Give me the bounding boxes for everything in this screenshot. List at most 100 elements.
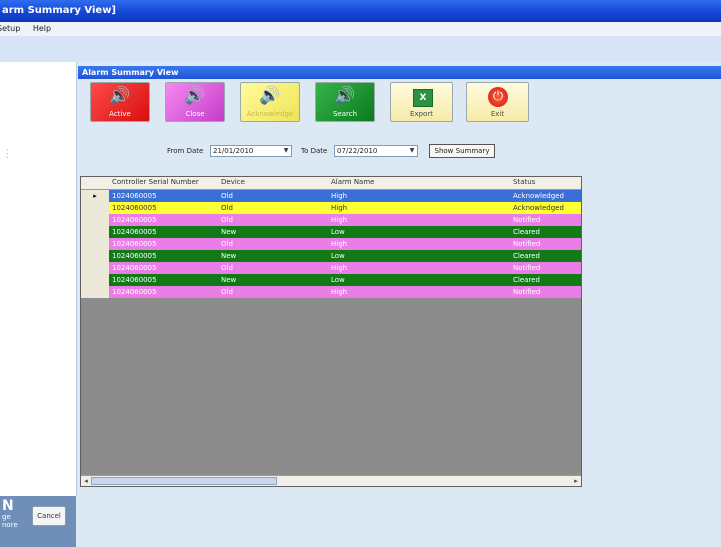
alarm-grid[interactable]: Controller Serial Number Device Alarm Na… — [80, 176, 582, 487]
table-row[interactable]: ▸ 1024060005 Old High Acknowledged — [81, 190, 581, 202]
status-cell: Cleared — [513, 228, 540, 236]
table-row[interactable]: 1024060005 Old High Notified — [81, 238, 581, 250]
status-cell: Notified — [513, 264, 541, 272]
column-header-status[interactable]: Status — [513, 178, 535, 186]
speaker-icon: 🔊 — [184, 86, 206, 106]
from-date-label: From Date — [167, 147, 204, 155]
speaker-icon: 🔊 — [334, 86, 356, 106]
table-row[interactable]: 1024060005 New Low Cleared — [81, 250, 581, 262]
alarm-name-cell: High — [331, 216, 348, 224]
alarm-name-cell: High — [331, 204, 348, 212]
row-selector[interactable] — [81, 250, 109, 262]
alarm-name-cell: Low — [331, 252, 345, 260]
window-titlebar: arm Summary View] — [0, 0, 721, 22]
menu-item-setup[interactable]: Setup — [0, 22, 20, 36]
column-header-serial[interactable]: Controller Serial Number — [112, 178, 199, 186]
serial-cell: 1024060005 — [112, 264, 157, 272]
alarm-name-cell: High — [331, 240, 348, 248]
menu-item-help[interactable]: Help — [33, 22, 51, 36]
row-selector[interactable] — [81, 274, 109, 286]
device-cell: New — [221, 252, 237, 260]
status-cell: Notified — [513, 240, 541, 248]
status-cell: Cleared — [513, 276, 540, 284]
speaker-icon: 🔊 — [259, 86, 281, 106]
grip-icon: ⋮ — [2, 147, 13, 160]
from-date-value: 21/01/2010 — [213, 147, 254, 155]
table-row[interactable]: 1024060005 Old High Acknowledged — [81, 202, 581, 214]
alarm-name-cell: High — [331, 192, 348, 200]
table-row[interactable]: 1024060005 New Low Cleared — [81, 226, 581, 238]
scroll-right-icon[interactable]: ▸ — [571, 476, 581, 486]
serial-cell: 1024060005 — [112, 204, 157, 212]
horizontal-scrollbar[interactable]: ◂ ▸ — [81, 475, 581, 486]
power-icon: ⏻ — [488, 87, 508, 107]
left-panel: ⋮ — [0, 62, 77, 496]
date-filter: From Date 21/01/2010 ▼ To Date 07/22/201… — [82, 143, 552, 161]
close-alarms-button[interactable]: 🔊 Close — [165, 82, 225, 122]
serial-cell: 1024060005 — [112, 216, 157, 224]
grid-header: Controller Serial Number Device Alarm Na… — [81, 177, 581, 190]
serial-cell: 1024060005 — [112, 276, 157, 284]
chevron-down-icon[interactable]: ▼ — [281, 146, 291, 156]
alarm-summary-title: Alarm Summary View — [82, 68, 179, 77]
column-header-alarm[interactable]: Alarm Name — [331, 178, 374, 186]
row-selector[interactable] — [81, 262, 109, 274]
table-row[interactable]: 1024060005 New Low Cleared — [81, 274, 581, 286]
brand-logo: N ge nore — [2, 498, 18, 529]
to-date-value: 07/22/2010 — [337, 147, 378, 155]
to-date-picker[interactable]: 07/22/2010 ▼ — [334, 145, 418, 157]
menu-bar: Setup Help — [0, 22, 721, 36]
row-selector[interactable] — [81, 286, 109, 298]
to-date-label: To Date — [301, 147, 328, 155]
status-cell: Notified — [513, 216, 541, 224]
alarm-name-cell: Low — [331, 276, 345, 284]
alarm-name-cell: High — [331, 264, 348, 272]
device-cell: Old — [221, 240, 233, 248]
active-alarms-button[interactable]: 🔊 Active — [90, 82, 150, 122]
serial-cell: 1024060005 — [112, 228, 157, 236]
cancel-button[interactable]: Cancel — [32, 506, 66, 526]
status-cell: Acknowledged — [513, 192, 564, 200]
show-summary-button[interactable]: Show Summary — [429, 144, 495, 158]
device-cell: New — [221, 228, 237, 236]
device-cell: Old — [221, 288, 233, 296]
row-selector[interactable] — [81, 202, 109, 214]
serial-cell: 1024060005 — [112, 288, 157, 296]
left-footer: N ge nore Cancel — [0, 496, 76, 547]
search-button[interactable]: 🔊 Search — [315, 82, 375, 122]
table-row[interactable]: 1024060005 Old High Notified — [81, 214, 581, 226]
device-cell: Old — [221, 216, 233, 224]
from-date-picker[interactable]: 21/01/2010 ▼ — [210, 145, 292, 157]
row-selector[interactable] — [81, 214, 109, 226]
status-cell: Cleared — [513, 252, 540, 260]
scroll-left-icon[interactable]: ◂ — [81, 476, 91, 486]
speaker-icon: 🔊 — [109, 86, 131, 106]
status-cell: Acknowledged — [513, 204, 564, 212]
serial-cell: 1024060005 — [112, 240, 157, 248]
row-selector[interactable] — [81, 226, 109, 238]
acknowledge-button[interactable]: 🔊 Acknowledge — [240, 82, 300, 122]
exit-button[interactable]: ⏻ Exit — [466, 82, 529, 122]
alarm-name-cell: High — [331, 288, 348, 296]
device-cell: Old — [221, 192, 233, 200]
header-band — [0, 36, 721, 62]
alarm-summary-titlebar: Alarm Summary View — [78, 66, 721, 79]
status-cell: Notified — [513, 288, 541, 296]
row-selector[interactable] — [81, 238, 109, 250]
device-cell: New — [221, 276, 237, 284]
serial-cell: 1024060005 — [112, 192, 157, 200]
table-row[interactable]: 1024060005 Old High Notified — [81, 262, 581, 274]
device-cell: Old — [221, 204, 233, 212]
alarm-name-cell: Low — [331, 228, 345, 236]
excel-icon: X — [413, 89, 433, 107]
scrollbar-thumb[interactable] — [91, 477, 277, 485]
chevron-down-icon[interactable]: ▼ — [407, 146, 417, 156]
table-row[interactable]: 1024060005 Old High Notified — [81, 286, 581, 298]
column-header-device[interactable]: Device — [221, 178, 245, 186]
export-button[interactable]: X Export — [390, 82, 453, 122]
window-title: arm Summary View] — [2, 5, 117, 16]
device-cell: Old — [221, 264, 233, 272]
serial-cell: 1024060005 — [112, 252, 157, 260]
row-selector[interactable]: ▸ — [81, 190, 109, 202]
toolbar: 🔊 Active 🔊 Close 🔊 Acknowledge 🔊 Search … — [82, 82, 542, 124]
